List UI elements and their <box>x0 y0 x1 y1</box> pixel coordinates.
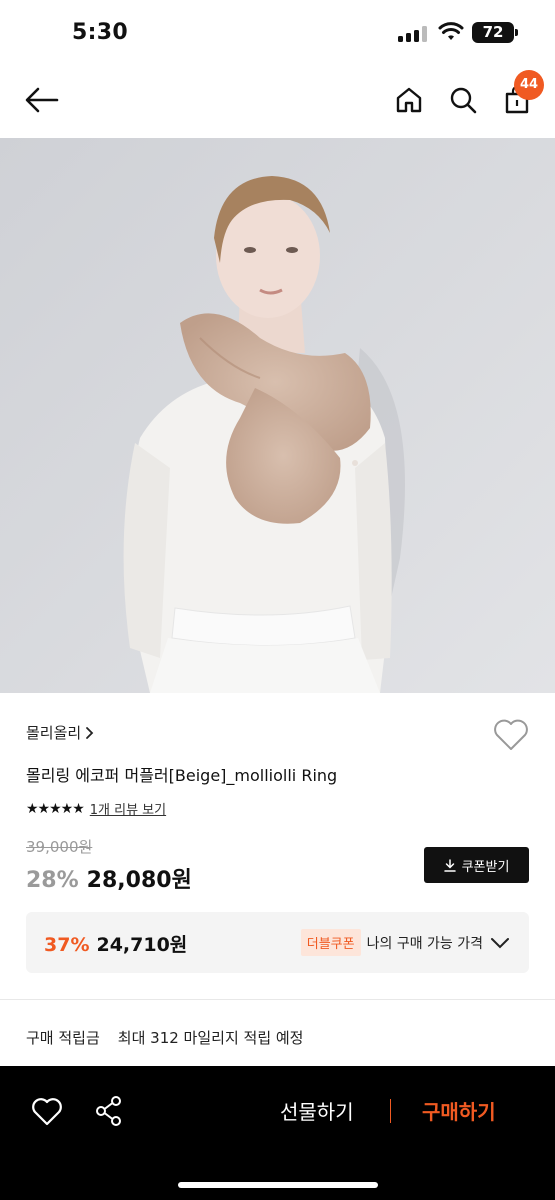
brand-name: 몰리올리 <box>26 724 82 742</box>
mileage-value: 최대 312 마일리지 적립 예정 <box>117 1029 304 1047</box>
share-button[interactable] <box>92 1094 126 1128</box>
like-button[interactable] <box>492 718 530 754</box>
get-coupon-button[interactable]: 쿠폰받기 <box>424 847 529 883</box>
double-coupon-label: 나의 구매 가능 가격 <box>366 935 483 952</box>
product-image[interactable] <box>0 138 555 693</box>
double-coupon-expand-toggle[interactable]: 더블쿠폰 나의 구매 가능 가격 <box>300 929 511 956</box>
product-title: 몰리링 에코퍼 머플러[Beige]_molliolli Ring <box>26 766 338 785</box>
mileage-label: 구매 적립금 <box>26 1029 100 1047</box>
price-row: 28% 28,080원 <box>26 862 192 894</box>
rating-row: ★★★★★ 1개 리뷰 보기 <box>26 799 166 819</box>
gift-button[interactable]: 선물하기 <box>280 1096 354 1125</box>
double-coupon-price: 37% 24,710원 <box>44 930 187 957</box>
home-button[interactable] <box>392 82 426 118</box>
rating-stars: ★★★★★ <box>26 800 85 817</box>
home-indicator <box>178 1182 378 1188</box>
section-divider <box>0 999 555 1000</box>
back-arrow-icon <box>25 87 59 113</box>
top-navigation <box>0 66 555 138</box>
discount-rate: 28% <box>26 868 79 893</box>
cellular-signal-icon <box>398 26 427 42</box>
double-coupon-panel: 37% 24,710원 더블쿠폰 나의 구매 가능 가격 <box>26 912 529 973</box>
brand-link[interactable]: 몰리올리 <box>26 722 94 743</box>
buy-button[interactable]: 구매하기 <box>422 1096 496 1125</box>
search-icon <box>450 87 477 114</box>
coupon-button-label: 쿠폰받기 <box>461 859 510 875</box>
status-bar: 5:30 72 <box>0 0 555 66</box>
heart-icon <box>32 1098 62 1126</box>
download-icon <box>443 858 456 872</box>
wishlist-button[interactable] <box>30 1096 64 1128</box>
mileage-row: 구매 적립금 최대 312 마일리지 적립 예정 <box>26 1027 304 1048</box>
heart-icon <box>494 719 528 750</box>
review-link[interactable]: 1개 리뷰 보기 <box>90 799 166 818</box>
chevron-down-icon <box>491 937 509 948</box>
search-button[interactable] <box>446 82 480 118</box>
share-icon <box>96 1096 121 1126</box>
sale-price: 28,080원 <box>86 868 192 893</box>
double-coupon-rate: 37% <box>44 934 90 956</box>
wifi-icon <box>438 22 464 40</box>
back-button[interactable] <box>22 82 62 118</box>
battery-indicator: 72 <box>472 22 518 43</box>
bottom-bar-separator <box>390 1099 391 1123</box>
chevron-right-icon <box>86 726 94 739</box>
product-photo-illustration <box>0 138 555 693</box>
cart-count-badge: 44 <box>514 70 544 100</box>
double-coupon-tag: 더블쿠폰 <box>300 929 361 956</box>
home-icon <box>396 87 422 113</box>
original-price: 39,000원 <box>26 838 93 856</box>
bottom-action-bar: 선물하기 구매하기 <box>0 1066 555 1200</box>
double-coupon-final-price: 24,710원 <box>96 934 188 956</box>
status-time: 5:30 <box>72 20 128 45</box>
